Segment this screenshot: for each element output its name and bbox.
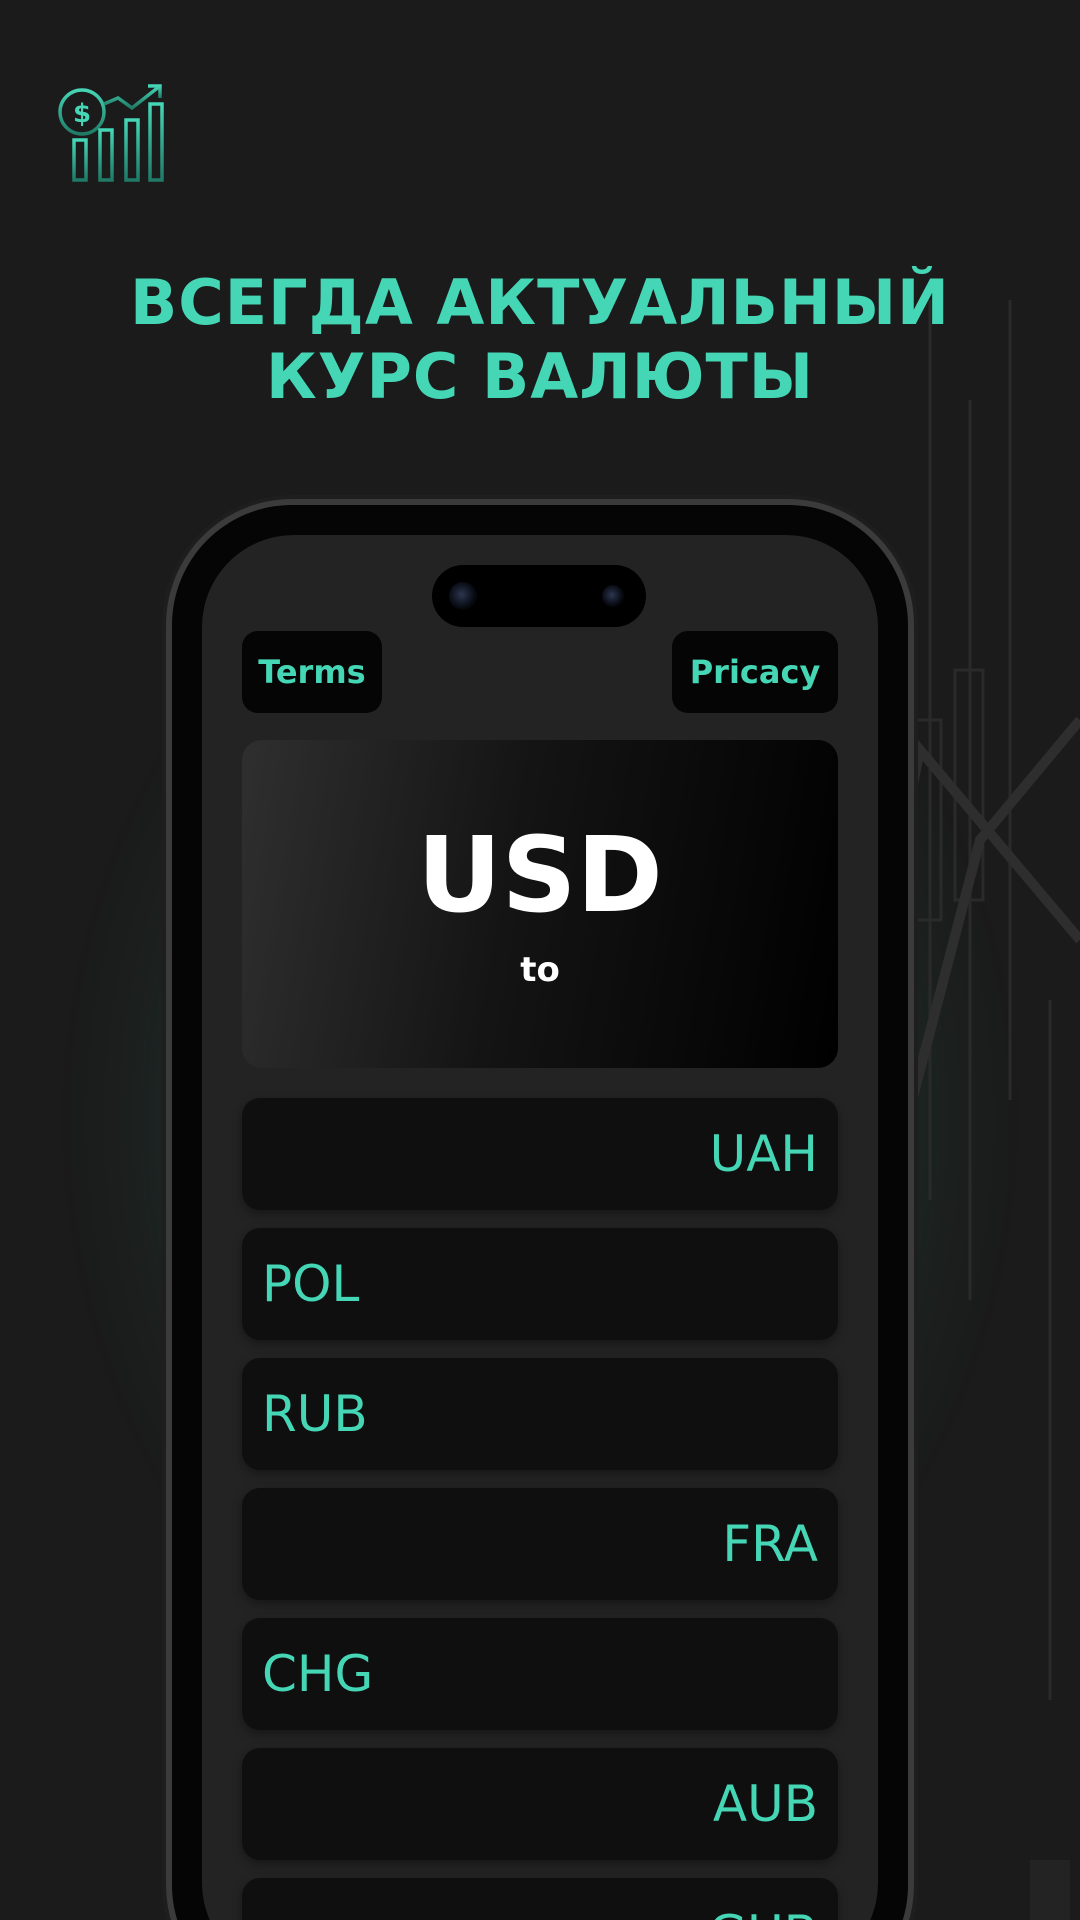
currency-code: AUB bbox=[712, 1775, 818, 1833]
currency-code: GUB bbox=[708, 1905, 818, 1920]
currency-item-chg[interactable]: CHG bbox=[242, 1618, 838, 1730]
currency-item-pol[interactable]: POL bbox=[242, 1228, 838, 1340]
terms-button[interactable]: Terms bbox=[242, 631, 382, 713]
privacy-button[interactable]: Pricacy bbox=[672, 631, 838, 713]
currency-item-rub[interactable]: RUB bbox=[242, 1358, 838, 1470]
base-currency-code: USD bbox=[417, 814, 663, 936]
promo-headline: ВСЕГДА АКТУАЛЬНЫЙ КУРС ВАЛЮТЫ bbox=[0, 266, 1080, 414]
currency-list: UAH POL RUB FRA CHG AUB GUB bbox=[242, 1098, 838, 1920]
currency-item-fra[interactable]: FRA bbox=[242, 1488, 838, 1600]
currency-code: RUB bbox=[262, 1385, 368, 1443]
camera-lens-icon bbox=[449, 582, 477, 610]
dollar-growth-chart-icon: $ bbox=[58, 84, 164, 182]
sensor-icon bbox=[602, 585, 624, 607]
currency-code: FRA bbox=[722, 1515, 818, 1573]
svg-text:$: $ bbox=[73, 99, 91, 129]
currency-item-gub[interactable]: GUB bbox=[242, 1878, 838, 1920]
phone-mockup: Terms Pricacy USD to UAH POL RUB FRA CHG… bbox=[172, 505, 908, 1920]
currency-code: POL bbox=[262, 1255, 360, 1313]
currency-item-aub[interactable]: AUB bbox=[242, 1748, 838, 1860]
currency-item-uah[interactable]: UAH bbox=[242, 1098, 838, 1210]
promo-screen: $ ВСЕГДА АКТУАЛЬНЫЙ КУРС ВАЛЮТЫ Terms Pr… bbox=[0, 0, 1080, 1920]
base-currency-card[interactable]: USD to bbox=[242, 740, 838, 1068]
phone-screen: Terms Pricacy USD to UAH POL RUB FRA CHG… bbox=[202, 535, 878, 1920]
currency-code: CHG bbox=[262, 1645, 374, 1703]
dynamic-island bbox=[432, 565, 646, 627]
base-currency-subtitle: to bbox=[520, 950, 560, 990]
headline-line-2: КУРС ВАЛЮТЫ bbox=[265, 340, 815, 413]
currency-code: UAH bbox=[709, 1125, 818, 1183]
headline-line-1: ВСЕГДА АКТУАЛЬНЫЙ bbox=[130, 266, 950, 339]
